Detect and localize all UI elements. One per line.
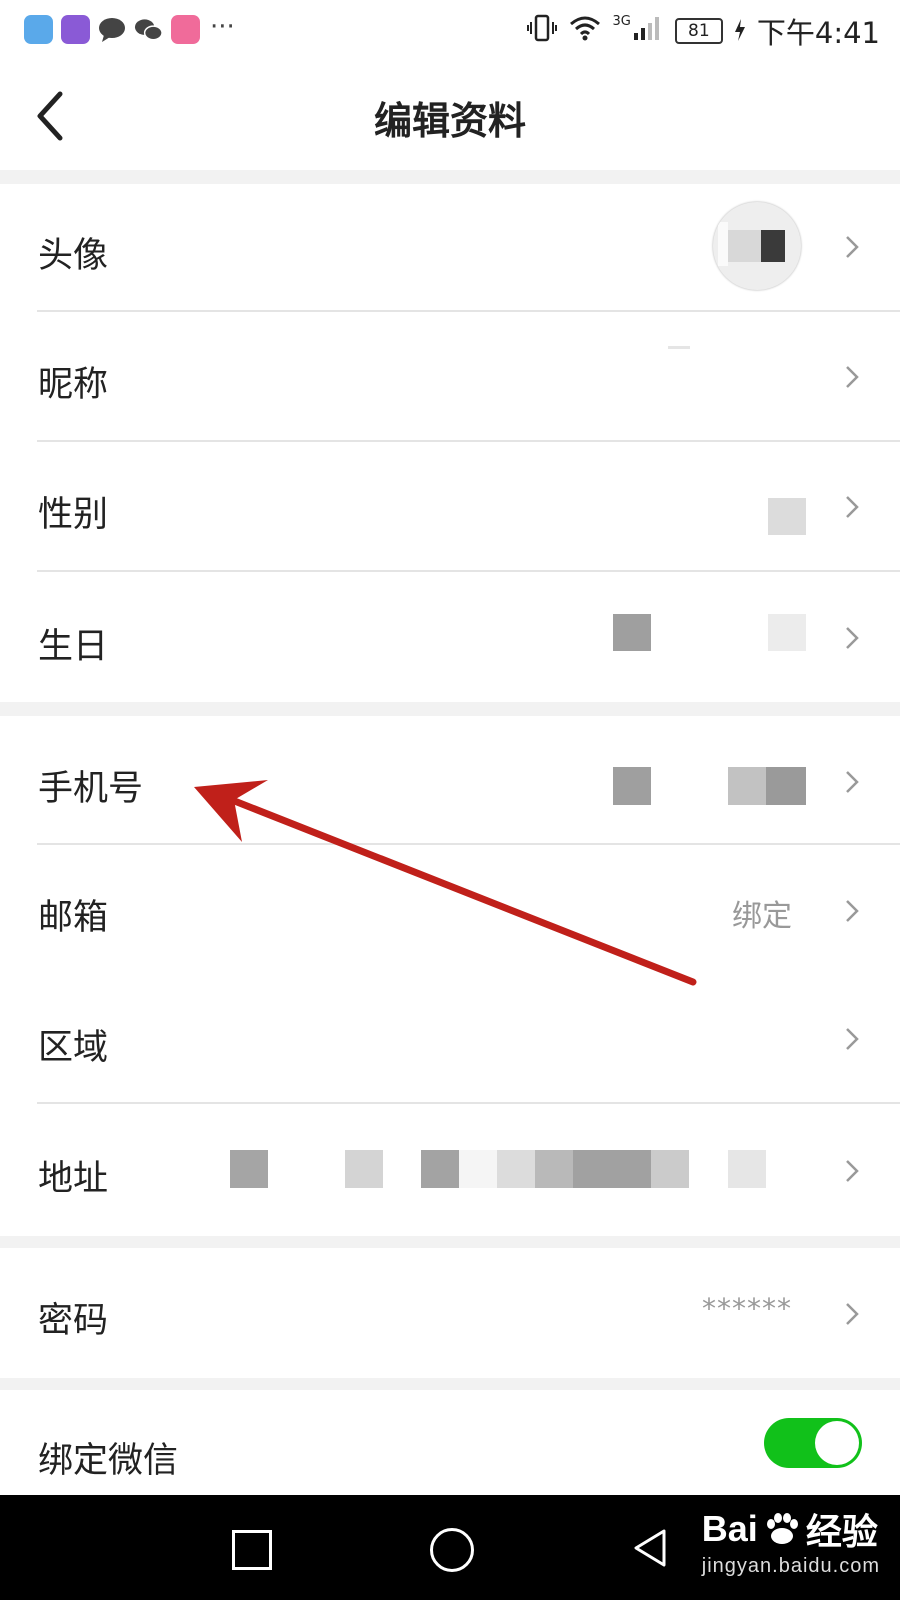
system-nav-bar: Bai 经验 jingyan.baidu.com bbox=[0, 1495, 900, 1600]
watermark-brand: Bai bbox=[701, 1508, 758, 1549]
watermark-url: jingyan.baidu.com bbox=[701, 1555, 880, 1577]
paw-icon bbox=[766, 1513, 798, 1544]
baidu-jingyan-watermark: Bai 经验 jingyan.baidu.com bbox=[702, 1503, 880, 1578]
watermark-brand-suffix: 经验 bbox=[805, 1511, 878, 1552]
recent-apps-button[interactable] bbox=[232, 1530, 272, 1570]
back-nav-button[interactable] bbox=[630, 1527, 670, 1569]
annotation-arrow bbox=[194, 780, 697, 986]
home-button[interactable] bbox=[430, 1528, 474, 1572]
